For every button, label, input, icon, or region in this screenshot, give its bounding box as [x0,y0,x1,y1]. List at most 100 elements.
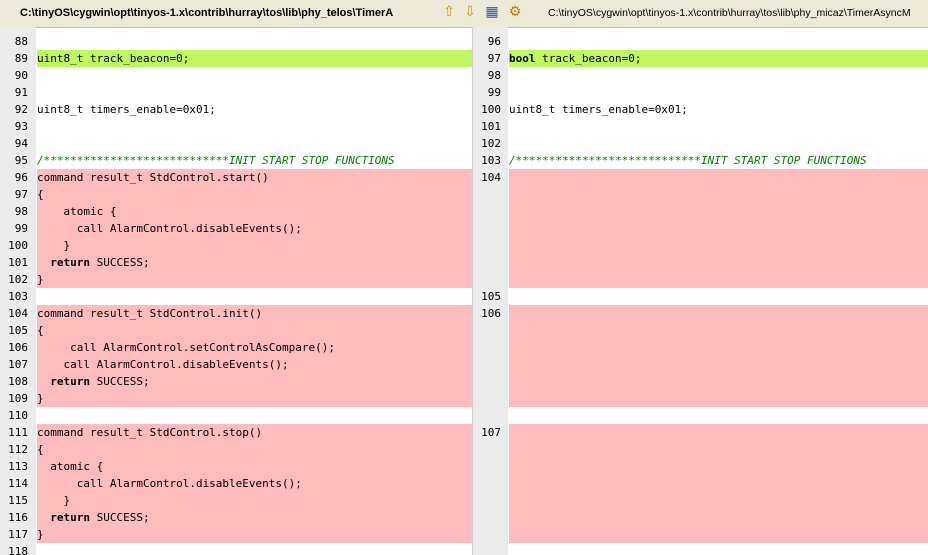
left-code-line[interactable]: 107 call AlarmControl.disableEvents(); [0,356,472,373]
left-code-line[interactable]: 113 atomic { [0,458,472,475]
left-code-line[interactable]: 116 return SUCCESS; [0,509,472,526]
left-code-line[interactable]: 103 [0,288,472,305]
layout-icon[interactable]: ▦ [483,3,501,21]
code-text: return SUCCESS; [37,254,472,271]
line-number: 106 [481,307,501,320]
code-text: /****************************INIT START … [509,154,867,167]
code-text: return SUCCESS; [37,509,472,526]
left-code-line[interactable]: 91 [0,84,472,101]
line-number: 103 [481,154,501,167]
line-number: 102 [481,137,501,150]
code-text: } [37,237,472,254]
line-number: 116 [8,511,28,524]
left-code-line[interactable]: 109} [0,390,472,407]
line-number: 89 [14,52,28,65]
line-number: 97 [14,188,28,201]
left-code-line[interactable]: 100 } [0,237,472,254]
code-text: call AlarmControl.disableEvents(); [37,356,472,373]
left-code-line[interactable]: 102} [0,271,472,288]
left-code-line[interactable]: 108 return SUCCESS; [0,373,472,390]
left-pane[interactable]: 88 89 uint8_t track_beacon=0; 90 91 92 uint8_t… [0,27,472,555]
right-code-line[interactable]: 99 [473,84,928,101]
right-code-line[interactable]: 101 [473,118,928,135]
left-code-line[interactable]: 118 [0,543,472,555]
left-code-line[interactable]: 96 command result_t StdControl.start() [0,169,472,186]
code-text: } [37,526,472,543]
right-code-line[interactable]: 100 uint8_t timers_enable=0x01; [473,101,928,118]
code-text: uint8_t timers_enable=0x01; [37,103,216,116]
line-number: 105 [481,290,501,303]
options-icon[interactable]: ⚙ [506,3,524,21]
line-number: 109 [8,392,28,405]
line-number: 101 [481,120,501,133]
left-code-line[interactable]: 94 [0,135,472,152]
left-code-line[interactable]: 97 { [0,186,472,203]
left-code-line[interactable]: 106 call AlarmControl.setControlAsCompar… [0,339,472,356]
left-code-line[interactable]: 104 command result_t StdControl.init() [0,305,472,322]
line-number: 104 [481,171,501,184]
left-code-line[interactable]: 110 [0,407,472,424]
left-code-line[interactable]: 117} [0,526,472,543]
previous-difference-icon[interactable]: ⇧ [440,3,458,21]
line-number: 92 [14,103,28,116]
right-code-line[interactable]: 96 [473,33,928,50]
left-code-line[interactable]: 112 { [0,441,472,458]
left-code-line[interactable]: 93 [0,118,472,135]
next-difference-icon[interactable]: ⇩ [461,3,479,21]
code-text: } [37,492,472,509]
diff-toolbar: C:\tinyOS\cygwin\opt\tinyos-1.x\contrib\… [0,0,928,28]
line-number: 100 [481,103,501,116]
left-code-line[interactable]: 90 [0,67,472,84]
left-code-line[interactable]: 111 command result_t StdControl.stop() [0,424,472,441]
line-number: 99 [14,222,28,235]
code-text: command result_t StdControl.start() [37,169,472,186]
left-code-line[interactable]: 98 atomic { [0,203,472,220]
code-text: atomic { [37,203,472,220]
right-code-line[interactable]: 97 bool track_beacon=0; [473,50,928,67]
line-number: 88 [14,35,28,48]
left-code-line[interactable]: 95 /****************************INIT STAR… [0,152,472,169]
left-code-line[interactable]: 89 uint8_t track_beacon=0; [0,50,472,67]
code-text: call AlarmControl.disableEvents(); [37,475,472,492]
line-number: 104 [8,307,28,320]
left-code-line[interactable]: 101 return SUCCESS; [0,254,472,271]
line-number: 111 [8,426,28,439]
line-number: 106 [8,341,28,354]
code-text: uint8_t timers_enable=0x01; [509,103,688,116]
right-pane[interactable]: 96 97 bool track_beacon=0; 98 99 100 uint8_t t… [473,27,928,555]
line-number: 90 [14,69,28,82]
right-code-line[interactable]: 102 [473,135,928,152]
keyword: return [50,375,90,388]
right-file-path: C:\tinyOS\cygwin\opt\tinyos-1.x\contrib\… [548,7,911,19]
left-code-line[interactable]: 115 } [0,492,472,509]
right-code-line[interactable]: 103 /****************************INIT STA… [473,152,928,169]
left-code-line[interactable]: 92 uint8_t timers_enable=0x01; [0,101,472,118]
line-number: 96 [487,35,501,48]
line-number: 102 [8,273,28,286]
code-text: command result_t StdControl.stop() [37,424,472,441]
right-code-line[interactable]: 105 [473,288,928,305]
line-number: 95 [14,154,28,167]
line-number: 108 [8,375,28,388]
code-text: } [37,271,472,288]
line-number: 107 [481,426,501,439]
code-text: { [37,186,472,203]
right-code-line[interactable]: 98 [473,67,928,84]
left-code-line[interactable]: 99 call AlarmControl.disableEvents(); [0,220,472,237]
left-code-line[interactable]: 88 [0,33,472,50]
line-number: 105 [8,324,28,337]
left-code-line[interactable]: 105 { [0,322,472,339]
code-text: return SUCCESS; [37,373,472,390]
left-code-line[interactable]: 114 call AlarmControl.disableEvents(); [0,475,472,492]
